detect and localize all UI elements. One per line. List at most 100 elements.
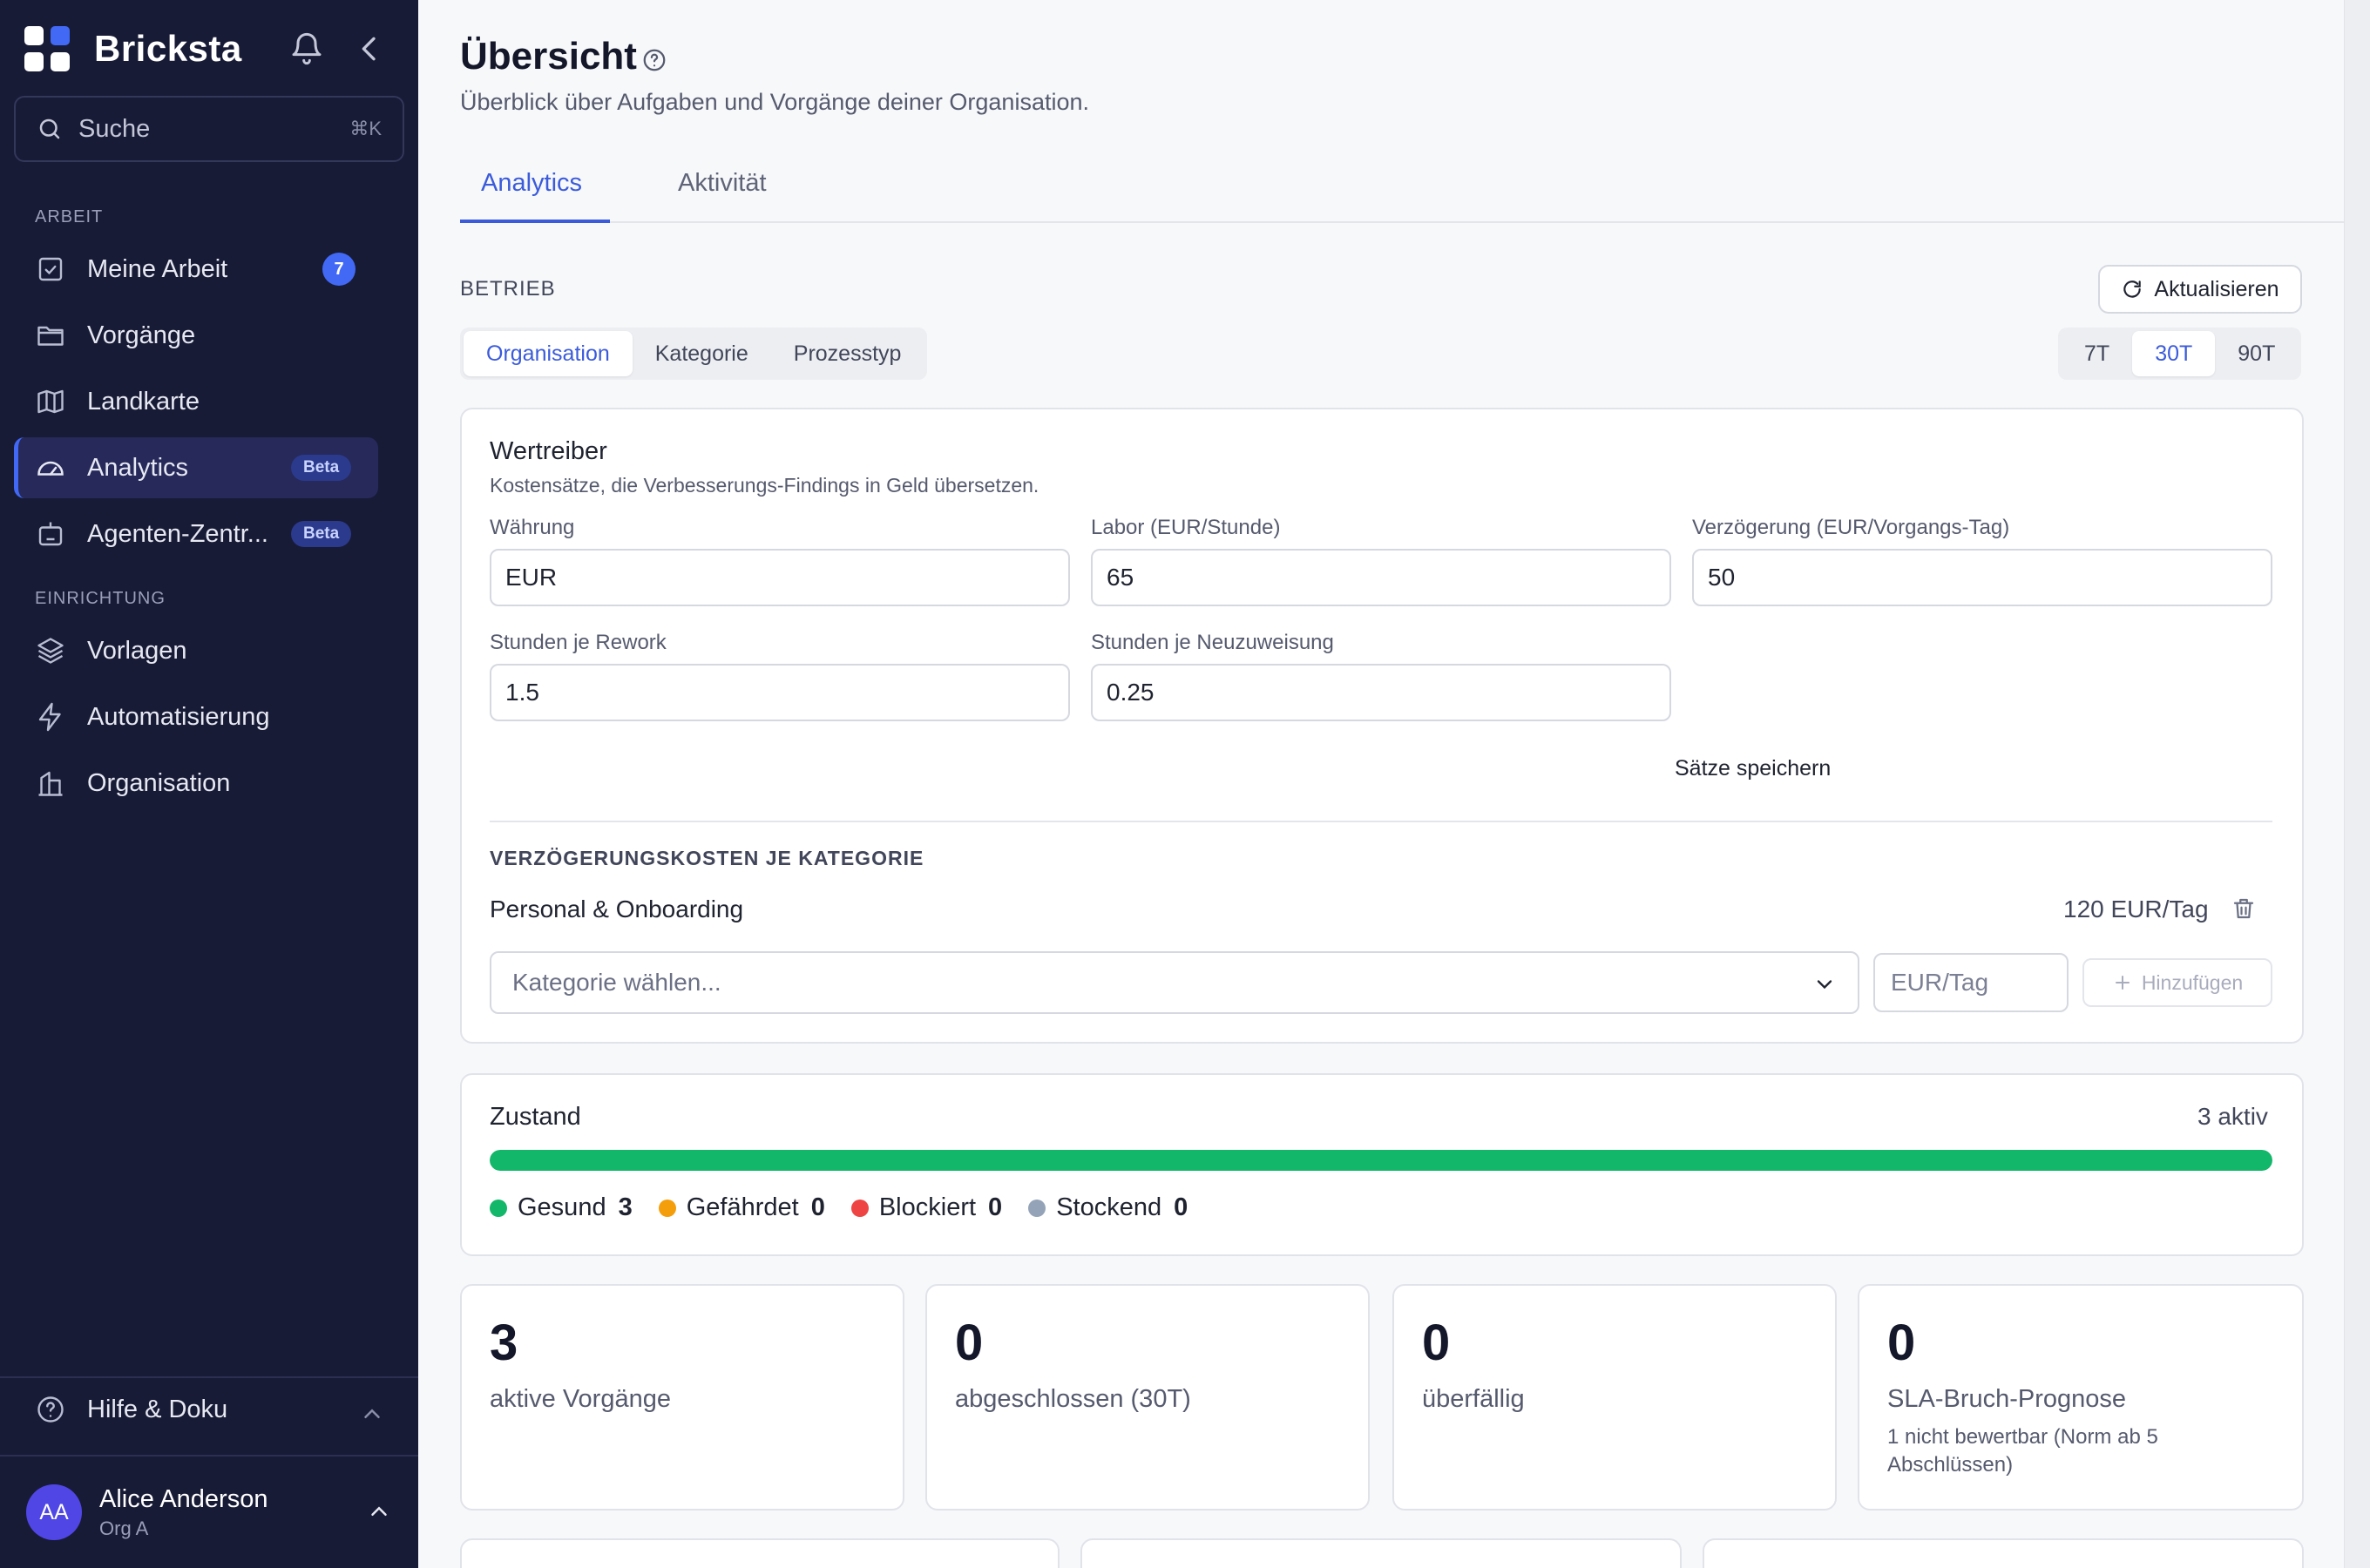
labor-rate-field[interactable]: 65	[1091, 549, 1671, 606]
user-menu[interactable]: AA Alice Anderson Org A	[26, 1484, 267, 1540]
health-legend: Gesund 3 Gefährdet 0 Blockiert 0 Stockend 0	[490, 1193, 1214, 1222]
trash-icon[interactable]	[2231, 896, 2257, 922]
stat-label: überfällig	[1422, 1385, 1525, 1413]
bolt-icon	[38, 702, 61, 732]
sidebar-item-meine-arbeit[interactable]: Meine Arbeit 7	[14, 239, 378, 300]
avatar: AA	[26, 1484, 82, 1540]
sidebar-item-label: Organisation	[87, 768, 231, 797]
refresh-button[interactable]: Aktualisieren	[2098, 265, 2302, 314]
currency-field[interactable]: EUR	[490, 549, 1070, 606]
chart-card	[1080, 1538, 1682, 1568]
search-icon	[39, 118, 60, 139]
stat-value: 0	[1422, 1315, 1451, 1371]
rework-label: Stunden je Rework	[490, 631, 667, 654]
legend-value: 0	[1174, 1193, 1188, 1221]
scope-option-prozesstyp[interactable]: Prozesstyp	[771, 331, 924, 376]
search-placeholder: Suche	[78, 114, 151, 143]
building-icon	[38, 771, 63, 796]
layers-icon	[37, 638, 64, 664]
legend-value: 0	[810, 1193, 825, 1221]
sidebar-item-automatisierung[interactable]: Automatisierung	[14, 686, 378, 747]
delay-rate-field[interactable]: 50	[1692, 549, 2272, 606]
help-docs-link[interactable]: Hilfe & Doku	[35, 1394, 227, 1425]
health-bar-fill-healthy	[490, 1150, 2272, 1171]
stat-value: 0	[1887, 1315, 1916, 1371]
range-option-90t[interactable]: 90T	[2215, 331, 2298, 376]
beta-badge: Beta	[291, 455, 352, 481]
chevron-up-icon[interactable]	[366, 1498, 392, 1524]
sidebar-item-analytics[interactable]: Analytics Beta	[14, 437, 378, 498]
category-cost: 120 EUR/Tag	[2063, 896, 2209, 923]
status-dot-icon	[490, 1199, 507, 1217]
wertreiber-subtitle: Kostensätze, die Verbesserungs-Findings …	[490, 474, 1039, 497]
legend-item-blockiert: Blockiert 0	[850, 1193, 1003, 1222]
sidebar: Bricksta Suche ⌘K ARBEIT Meine Arbeit 7 …	[0, 0, 418, 1568]
wertreiber-card	[460, 408, 2304, 1044]
labor-label: Labor (EUR/Stunde)	[1091, 516, 1281, 539]
chart-card	[1703, 1538, 2304, 1568]
rework-hours-field[interactable]: 1.5	[490, 664, 1070, 721]
legend-item-gefaehrdet: Gefährdet 0	[658, 1193, 825, 1222]
stat-label: aktive Vorgänge	[490, 1385, 671, 1413]
scope-option-kategorie[interactable]: Kategorie	[633, 331, 771, 376]
sidebar-item-label: Meine Arbeit	[87, 254, 228, 283]
legend-label: Gefährdet	[686, 1193, 799, 1221]
legend-value: 3	[618, 1193, 633, 1221]
sidebar-item-label: Analytics	[87, 453, 189, 482]
save-rates-button[interactable]: Sätze speichern	[1675, 756, 1831, 781]
active-tab-indicator	[460, 220, 610, 223]
stat-value: 0	[955, 1315, 984, 1371]
sidebar-item-vorlagen[interactable]: Vorlagen	[14, 620, 378, 681]
tab-aktivitaet[interactable]: Aktivität	[678, 169, 767, 198]
refresh-label: Aktualisieren	[2154, 276, 2279, 301]
bell-icon[interactable]	[289, 31, 324, 66]
search-input[interactable]: Suche ⌘K	[14, 96, 404, 162]
collapse-sidebar-icon[interactable]	[352, 31, 387, 66]
refresh-icon	[2123, 280, 2142, 298]
legend-label: Gesund	[518, 1193, 606, 1221]
delay-label: Verzögerung (EUR/Vorgangs-Tag)	[1692, 516, 2010, 539]
tab-analytics[interactable]: Analytics	[481, 169, 582, 198]
sidebar-item-label: Agenten-Zentr...	[87, 519, 268, 548]
add-category-button[interactable]: Hinzufügen	[2082, 958, 2272, 1007]
user-org: Org A	[99, 1517, 149, 1539]
stat-value: 3	[490, 1315, 518, 1371]
category-name: Personal & Onboarding	[490, 896, 744, 923]
sidebar-item-organisation[interactable]: Organisation	[14, 753, 378, 814]
stat-label: SLA-Bruch-Prognose	[1887, 1385, 2127, 1413]
stat-label: abgeschlossen (30T)	[955, 1385, 1191, 1413]
category-select[interactable]: Kategorie wählen...	[490, 951, 1859, 1014]
search-shortcut: ⌘K	[349, 118, 382, 139]
section-label-work: ARBEIT	[35, 207, 104, 226]
status-dot-icon	[850, 1199, 869, 1217]
range-option-7t[interactable]: 7T	[2062, 331, 2132, 376]
sidebar-divider	[0, 1455, 418, 1456]
eur-per-day-input[interactable]: EUR/Tag	[1873, 953, 2069, 1012]
legend-value: 0	[988, 1193, 1003, 1221]
sidebar-item-agenten-zentrum[interactable]: Agenten-Zentr... Beta	[14, 504, 378, 564]
scrollbar[interactable]	[2344, 0, 2370, 1568]
card-divider	[490, 821, 2272, 822]
help-circle-icon	[37, 1396, 64, 1423]
category-select-placeholder: Kategorie wählen...	[512, 969, 721, 996]
chevron-up-icon[interactable]	[359, 1401, 385, 1427]
page-subtitle: Überblick über Aufgaben und Vorgänge dei…	[460, 89, 1089, 115]
user-name: Alice Anderson	[99, 1484, 268, 1513]
range-toggle: 7T 30T 90T	[2058, 328, 2302, 380]
sidebar-divider	[0, 1376, 418, 1378]
scope-option-organisation[interactable]: Organisation	[464, 331, 633, 376]
brand[interactable]: Bricksta	[24, 24, 242, 73]
checkbox-icon	[38, 257, 63, 281]
reassign-hours-field[interactable]: 0.25	[1091, 664, 1671, 721]
range-option-30t[interactable]: 30T	[2132, 331, 2216, 376]
health-bar	[490, 1150, 2272, 1171]
status-dot-icon	[1028, 1199, 1046, 1217]
map-icon	[37, 389, 64, 414]
help-circle-icon[interactable]	[641, 47, 667, 73]
count-badge: 7	[322, 253, 356, 286]
sidebar-item-landkarte[interactable]: Landkarte	[14, 371, 378, 432]
folder-icon	[37, 326, 64, 346]
wertreiber-title: Wertreiber	[490, 437, 607, 465]
sidebar-item-vorgaenge[interactable]: Vorgänge	[14, 305, 378, 366]
beta-badge: Beta	[291, 521, 352, 547]
